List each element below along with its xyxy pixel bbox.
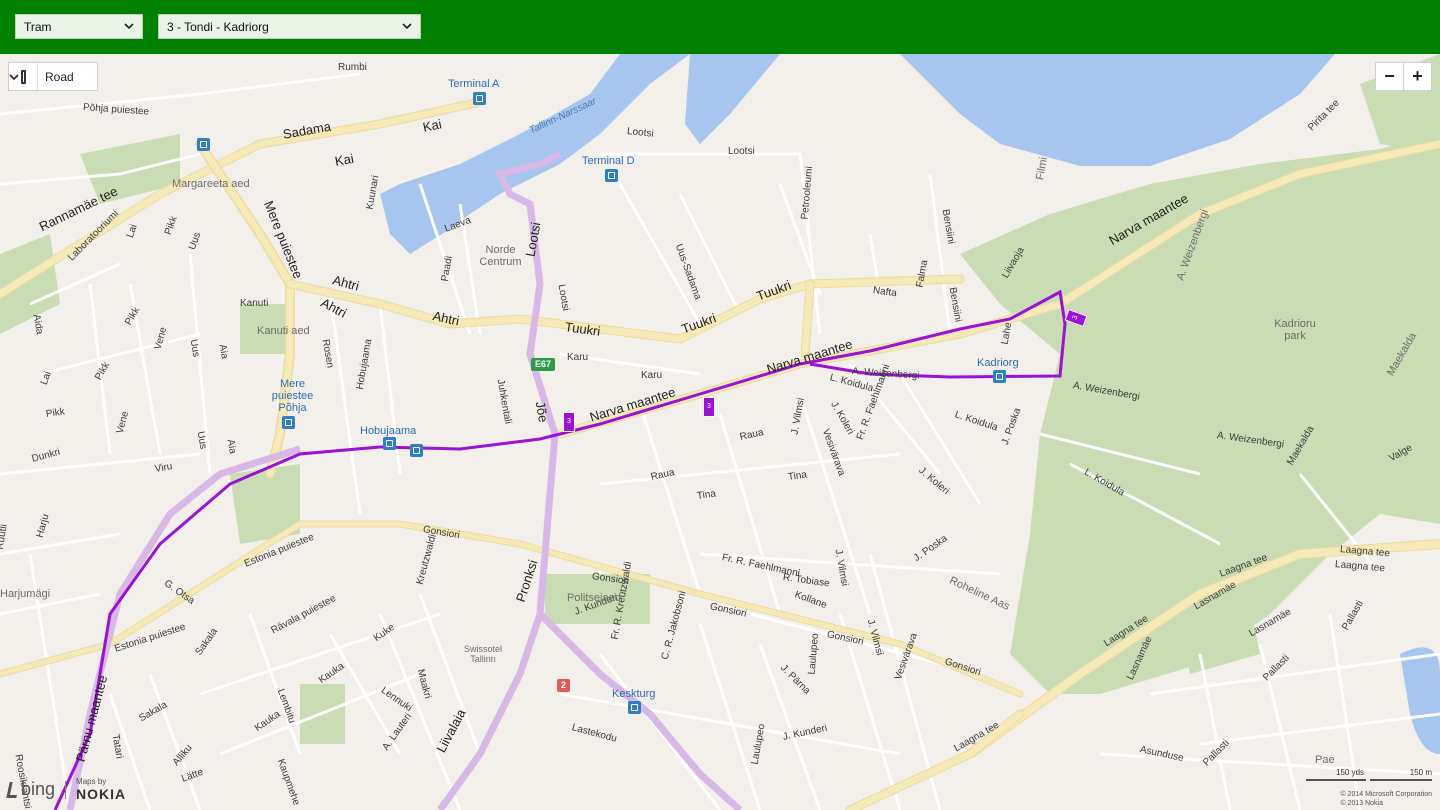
transport-mode-value: Tram: [24, 19, 52, 34]
road-shield-e67: E67: [531, 358, 556, 371]
bing-text: bing: [21, 779, 56, 799]
scale-meters: 150 m: [1409, 768, 1432, 777]
chevron-down-icon: [402, 23, 412, 30]
route-stop-marker[interactable]: 3: [563, 412, 575, 432]
place-label: Hobujaama: [360, 425, 417, 437]
nokia-text: NOKIA: [76, 786, 127, 802]
bing-icon: [6, 781, 20, 798]
road-shield-2: 2: [557, 679, 571, 692]
tram-stop-icon[interactable]: [197, 138, 210, 151]
zoom-controls: − +: [1375, 62, 1432, 91]
copyright-nokia: © 2013 Nokia: [1340, 800, 1383, 807]
park-label: Margareeta aed: [172, 178, 250, 190]
tram-stop-icon[interactable]: [282, 416, 295, 429]
street-label: Kai: [333, 150, 355, 169]
scale-yards: 150 yds: [1336, 768, 1365, 777]
street-label: Pae: [1315, 754, 1335, 766]
area-label: Harjumägi: [0, 588, 51, 600]
park-label: Politseiaed: [567, 592, 621, 604]
harbor-water: [685, 54, 780, 144]
place-label: Terminal D: [582, 155, 635, 167]
street-label: Karu: [641, 370, 663, 381]
map-view[interactable]: Sadama Kai Kai Rumbi Põhja puiestee Rann…: [0, 54, 1440, 810]
place-label: Terminal A: [448, 78, 500, 90]
bay-water: [900, 54, 1335, 166]
maps-by-text: Maps by: [76, 777, 107, 786]
nokia-logo: Maps by NOKIA: [76, 777, 126, 802]
street-label: Lootsi: [728, 146, 755, 157]
chevron-down-icon: [124, 23, 134, 30]
zoom-in-button[interactable]: +: [1403, 62, 1432, 91]
tram-stop-icon[interactable]: [410, 444, 423, 457]
ferry-terminal-icon[interactable]: [473, 92, 486, 105]
lake-water: [1400, 647, 1440, 754]
ferry-terminal-icon[interactable]: [605, 169, 618, 182]
branding-divider: [65, 780, 67, 799]
map-scale: 150 yds 150 m: [1306, 768, 1432, 782]
street-label: Rumbi: [338, 62, 367, 73]
street-label: Kanuti: [240, 298, 269, 309]
street-label: Aia: [224, 438, 238, 455]
place-label: Norde Centrum: [479, 244, 522, 268]
map-style-value: Road: [45, 69, 74, 84]
map-style-select[interactable]: Road: [8, 62, 98, 91]
map-branding: bing Maps by NOKIA: [6, 777, 126, 802]
tram-stop-icon[interactable]: [628, 701, 641, 714]
place-label: Swissotel Tallinn: [463, 644, 502, 664]
chevron-down-icon: [9, 74, 19, 81]
place-label: Mere puiestee Põhja: [271, 378, 314, 414]
route-select[interactable]: 3 - Tondi - Kadriorg: [158, 14, 421, 39]
transport-mode-select[interactable]: Tram: [15, 14, 143, 39]
park-label: Kadrioru park: [1274, 318, 1316, 342]
scale-bar-meters: [1370, 779, 1432, 781]
place-label: Kadriorg: [977, 357, 1019, 369]
route-value: 3 - Tondi - Kadriorg: [167, 19, 269, 34]
place-label: Keskturg: [612, 688, 656, 700]
zoom-out-button[interactable]: −: [1375, 62, 1404, 91]
route-stop-marker[interactable]: 3: [703, 397, 715, 417]
street-label: Aia: [216, 343, 230, 360]
copyright-microsoft: © 2014 Microsoft Corporation: [1340, 791, 1432, 798]
park-label: Kanuti aed: [257, 325, 310, 337]
scale-bar-yards: [1306, 779, 1366, 781]
bing-logo[interactable]: bing: [6, 779, 56, 800]
copyright-notice: © 2014 Microsoft Corporation © 2013 Noki…: [1340, 790, 1432, 808]
tram-stop-icon[interactable]: [993, 370, 1006, 383]
street-label: Karu: [567, 352, 589, 363]
bus-stop-icon[interactable]: [383, 437, 396, 450]
top-bar: Tram 3 - Tondi - Kadriorg: [0, 0, 1440, 54]
